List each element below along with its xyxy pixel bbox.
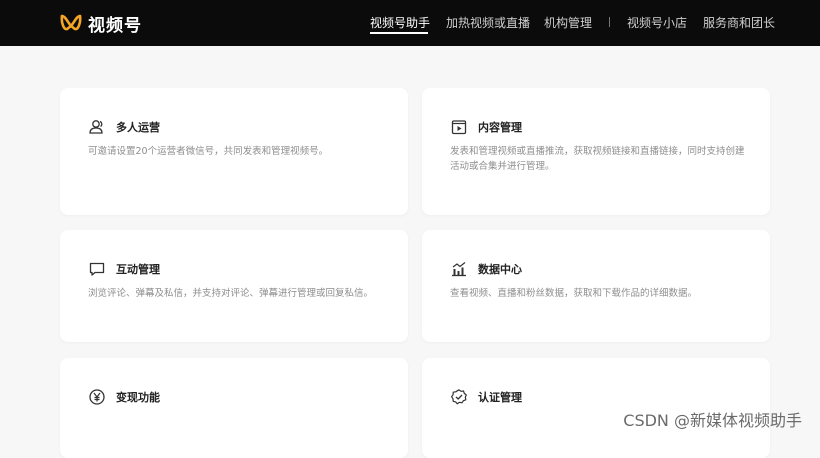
card-title: 内容管理 [478,121,522,134]
main-nav: 视频号助手 加热视频或直播 机构管理 视频号小店 服务商和团长 [0,0,820,46]
card-monetization[interactable]: 变现功能 [60,358,408,458]
comment-icon [89,262,105,276]
nav-divider [609,17,610,27]
card-interaction-management[interactable]: 互动管理 浏览评论、弹幕及私信，并支持对评论、弹幕进行管理或回复私信。 [60,230,408,342]
card-data-center[interactable]: 数据中心 查看视频、直播和粉丝数据，获取和下载作品的详细数据。 [422,230,770,342]
card-multi-operator[interactable]: 多人运营 可邀请设置20个运营者微信号，共同发表和管理视频号。 [60,88,408,215]
watermark: CSDN @新媒体视频助手 [623,411,802,430]
nav-item-service[interactable]: 服务商和团长 [703,14,775,31]
nav-item-shop[interactable]: 视频号小店 [627,14,687,31]
card-title: 互动管理 [116,263,160,276]
card-content-management[interactable]: 内容管理 发表和管理视频或直播推流，获取视频链接和直播链接，同时支持创建活动或合… [422,88,770,215]
card-title: 多人运营 [116,121,160,134]
card-description: 查看视频、直播和粉丝数据，获取和下载作品的详细数据。 [450,288,698,299]
nav-item-boost[interactable]: 加热视频或直播 [446,14,530,31]
card-description: 发表和管理视频或直播推流，获取视频链接和直播链接，同时支持创建活动或合集并进行管… [450,146,745,172]
card-description: 可邀请设置20个运营者微信号，共同发表和管理视频号。 [88,146,329,157]
nav-item-assistant[interactable]: 视频号助手 [370,14,430,31]
nav-item-org[interactable]: 机构管理 [544,14,592,31]
card-title: 数据中心 [478,263,522,276]
feature-grid: 多人运营 可邀请设置20个运营者微信号，共同发表和管理视频号。 内容管理 发表和… [0,46,820,458]
users-icon [89,120,103,134]
card-title: 变现功能 [116,391,160,404]
card-description: 浏览评论、弹幕及私信，并支持对评论、弹幕进行管理或回复私信。 [88,288,374,299]
yen-icon [89,389,105,405]
play-square-icon [451,120,467,135]
verified-icon [451,389,467,405]
nav-active-indicator [370,32,428,34]
top-nav-bar: 视频号 视频号助手 加热视频或直播 机构管理 视频号小店 服务商和团长 [0,0,820,46]
card-title: 认证管理 [478,391,522,404]
chart-icon [452,262,466,277]
